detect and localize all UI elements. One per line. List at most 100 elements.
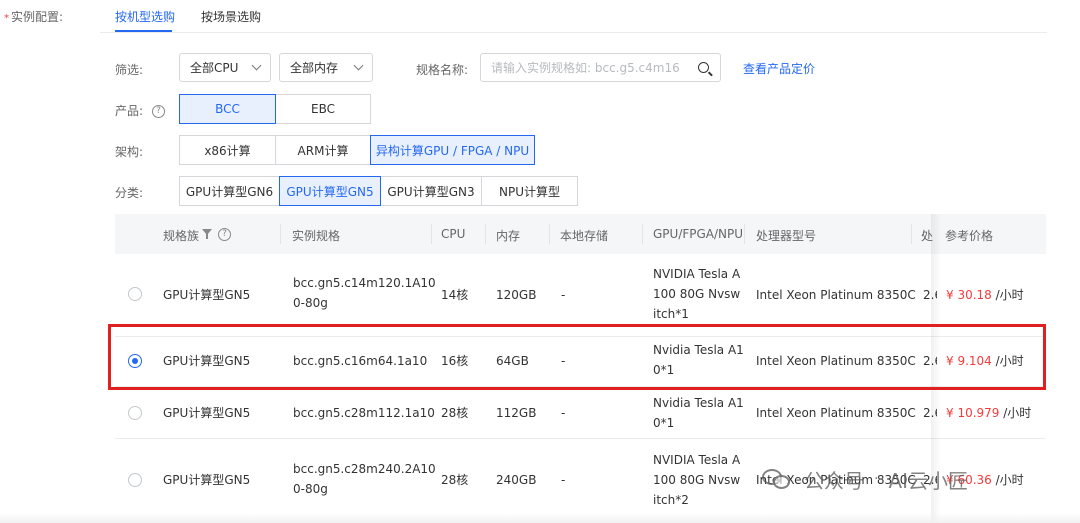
watermark-text-b: AI云小匠 bbox=[888, 468, 969, 493]
table-row[interactable]: GPU计算型GN5 bcc.gn5.c16m64.1a10 16核 64GB -… bbox=[115, 337, 1046, 387]
cell-accelerator-line: NVIDIA Tesla A bbox=[653, 267, 741, 281]
cell-memory: 240GB bbox=[496, 473, 537, 487]
filter-icon[interactable] bbox=[202, 229, 212, 239]
row-radio[interactable] bbox=[128, 473, 142, 487]
row-radio[interactable] bbox=[128, 287, 142, 301]
cell-processor: Intel Xeon Platinum 8350C bbox=[756, 354, 916, 368]
cell-family: GPU计算型GN5 bbox=[163, 406, 251, 420]
chevron-down-icon bbox=[353, 60, 364, 71]
spec-search-input[interactable] bbox=[491, 60, 691, 76]
watermark-text-a: 公众号 bbox=[804, 468, 864, 493]
header-frequency-truncated: 处 bbox=[921, 229, 934, 243]
column-divider bbox=[642, 224, 643, 244]
price-unit: /小时 bbox=[995, 354, 1024, 368]
category-label: 分类: bbox=[115, 186, 144, 200]
column-divider bbox=[431, 224, 432, 244]
memory-select-value: 全部内存 bbox=[290, 61, 339, 75]
cell-family: GPU计算型GN5 bbox=[163, 288, 251, 302]
cell-processor: Intel Xeon Platinum 8350C bbox=[756, 288, 916, 302]
row-radio[interactable] bbox=[128, 354, 142, 368]
help-icon[interactable]: ? bbox=[218, 228, 231, 241]
cell-cpu: 28核 bbox=[441, 406, 469, 420]
header-memory: 内存 bbox=[496, 229, 521, 243]
tab-by-instance-type[interactable]: 按机型选购 bbox=[115, 8, 175, 25]
cell-spec: bcc.gn5.c14m120.1A10 0-80g bbox=[293, 273, 436, 313]
arch-option-heterogeneous[interactable]: 异构计算GPU / FPGA / NPU bbox=[370, 135, 535, 165]
product-label: 产品: bbox=[115, 104, 144, 118]
table-row[interactable]: GPU计算型GN5 bcc.gn5.c14m120.1A10 0-80g 14核… bbox=[115, 254, 1046, 337]
cell-local-storage: - bbox=[561, 354, 566, 368]
price-unit: /小时 bbox=[1003, 406, 1032, 420]
tab-by-scenario[interactable]: 按场景选购 bbox=[201, 8, 261, 25]
product-option-bcc[interactable]: BCC bbox=[179, 94, 276, 124]
arch-option-x86[interactable]: x86计算 bbox=[179, 135, 276, 165]
memory-select[interactable]: 全部内存 bbox=[279, 53, 373, 82]
active-tab-underline bbox=[115, 30, 172, 32]
column-divider bbox=[549, 224, 550, 244]
column-divider bbox=[744, 224, 745, 244]
wechat-logo-icon bbox=[762, 467, 792, 491]
cell-accelerator: Nvidia Tesla A1 0*1 bbox=[653, 393, 744, 433]
filter-label: 筛选: bbox=[115, 63, 144, 77]
price-unit: /小时 bbox=[995, 288, 1024, 302]
cell-memory: 120GB bbox=[496, 288, 537, 302]
cell-cpu: 16核 bbox=[441, 354, 469, 368]
view-pricing-link[interactable]: 查看产品定价 bbox=[743, 60, 815, 77]
cell-accelerator: NVIDIA Tesla A 100 80G Nvsw itch*1 bbox=[653, 264, 740, 324]
header-processor: 处理器型号 bbox=[756, 229, 817, 243]
cell-local-storage: - bbox=[561, 406, 566, 420]
cpu-select[interactable]: 全部CPU bbox=[179, 53, 271, 82]
price-value: ¥ 10.979 bbox=[946, 406, 1000, 420]
header-price: 参考价格 bbox=[945, 229, 994, 243]
header-local-storage: 本地存储 bbox=[560, 229, 609, 243]
cell-accelerator-line: itch*2 bbox=[653, 493, 689, 507]
cell-memory: 64GB bbox=[496, 354, 529, 368]
cell-accelerator-line: 0*1 bbox=[653, 363, 675, 377]
instance-config-label-text: 实例配置: bbox=[11, 10, 64, 24]
watermark-dot: · bbox=[874, 471, 879, 487]
cell-memory: 112GB bbox=[496, 406, 537, 420]
cell-accelerator: NVIDIA Tesla A 100 80G Nvsw itch*2 bbox=[653, 450, 740, 510]
price-value: ¥ 9.104 bbox=[946, 354, 992, 368]
cell-spec: bcc.gn5.c16m64.1a10 bbox=[293, 354, 428, 368]
search-icon[interactable] bbox=[698, 62, 709, 73]
cell-price: ¥ 10.979 /小时 bbox=[946, 403, 1031, 423]
cell-accelerator-line: Nvidia Tesla A1 bbox=[653, 396, 744, 410]
table-row[interactable]: GPU计算型GN5 bcc.gn5.c28m112.1a10 28核 112GB… bbox=[115, 387, 1046, 439]
header-accelerator: GPU/FPGA/NPU bbox=[653, 227, 744, 241]
cell-frequency: 2.6 bbox=[923, 406, 937, 420]
category-option-gn5[interactable]: GPU计算型GN5 bbox=[279, 176, 381, 206]
cell-accelerator-line: 100 80G Nvsw bbox=[653, 473, 741, 487]
bottom-fade bbox=[0, 513, 1080, 523]
cell-spec: bcc.gn5.c28m112.1a10 bbox=[293, 406, 435, 420]
help-icon[interactable]: ? bbox=[152, 105, 165, 118]
cell-local-storage: - bbox=[561, 288, 566, 302]
product-option-ebc[interactable]: EBC bbox=[275, 94, 371, 124]
category-option-gn3[interactable]: GPU计算型GN3 bbox=[380, 176, 482, 206]
cell-family: GPU计算型GN5 bbox=[163, 354, 251, 368]
cell-spec-line: bcc.gn5.c28m240.2A10 bbox=[293, 462, 436, 476]
cell-cpu: 14核 bbox=[441, 288, 469, 302]
instance-config-label: * 实例配置: bbox=[4, 8, 63, 25]
cpu-select-value: 全部CPU bbox=[190, 61, 239, 75]
table-header: 规格族 ? 实例规格 CPU 内存 本地存储 GPU/FPGA/NPU 处理器型… bbox=[115, 214, 1046, 254]
cell-price: ¥ 9.104 /小时 bbox=[946, 351, 1024, 371]
spec-name-label: 规格名称: bbox=[416, 63, 469, 77]
row-radio[interactable] bbox=[128, 406, 142, 420]
cell-spec-line: 0-80g bbox=[293, 482, 328, 496]
arch-option-arm[interactable]: ARM计算 bbox=[275, 135, 371, 165]
purchase-mode-tabs: 按机型选购 按场景选购 bbox=[100, 0, 1047, 33]
architecture-label: 架构: bbox=[115, 145, 144, 159]
cell-accelerator-line: 0*1 bbox=[653, 416, 675, 430]
cell-accelerator: Nvidia Tesla A1 0*1 bbox=[653, 340, 744, 380]
cell-frequency: 2.6 bbox=[923, 288, 937, 302]
column-divider bbox=[485, 224, 486, 244]
spec-search-box bbox=[480, 53, 721, 82]
column-divider bbox=[911, 224, 912, 244]
cell-cpu: 28核 bbox=[441, 473, 469, 487]
price-value: ¥ 30.18 bbox=[946, 288, 992, 302]
category-option-npu[interactable]: NPU计算型 bbox=[481, 176, 578, 206]
category-option-gn6[interactable]: GPU计算型GN6 bbox=[179, 176, 280, 206]
cell-accelerator-line: Nvidia Tesla A1 bbox=[653, 343, 744, 357]
cell-spec-line: bcc.gn5.c14m120.1A10 bbox=[293, 276, 436, 290]
